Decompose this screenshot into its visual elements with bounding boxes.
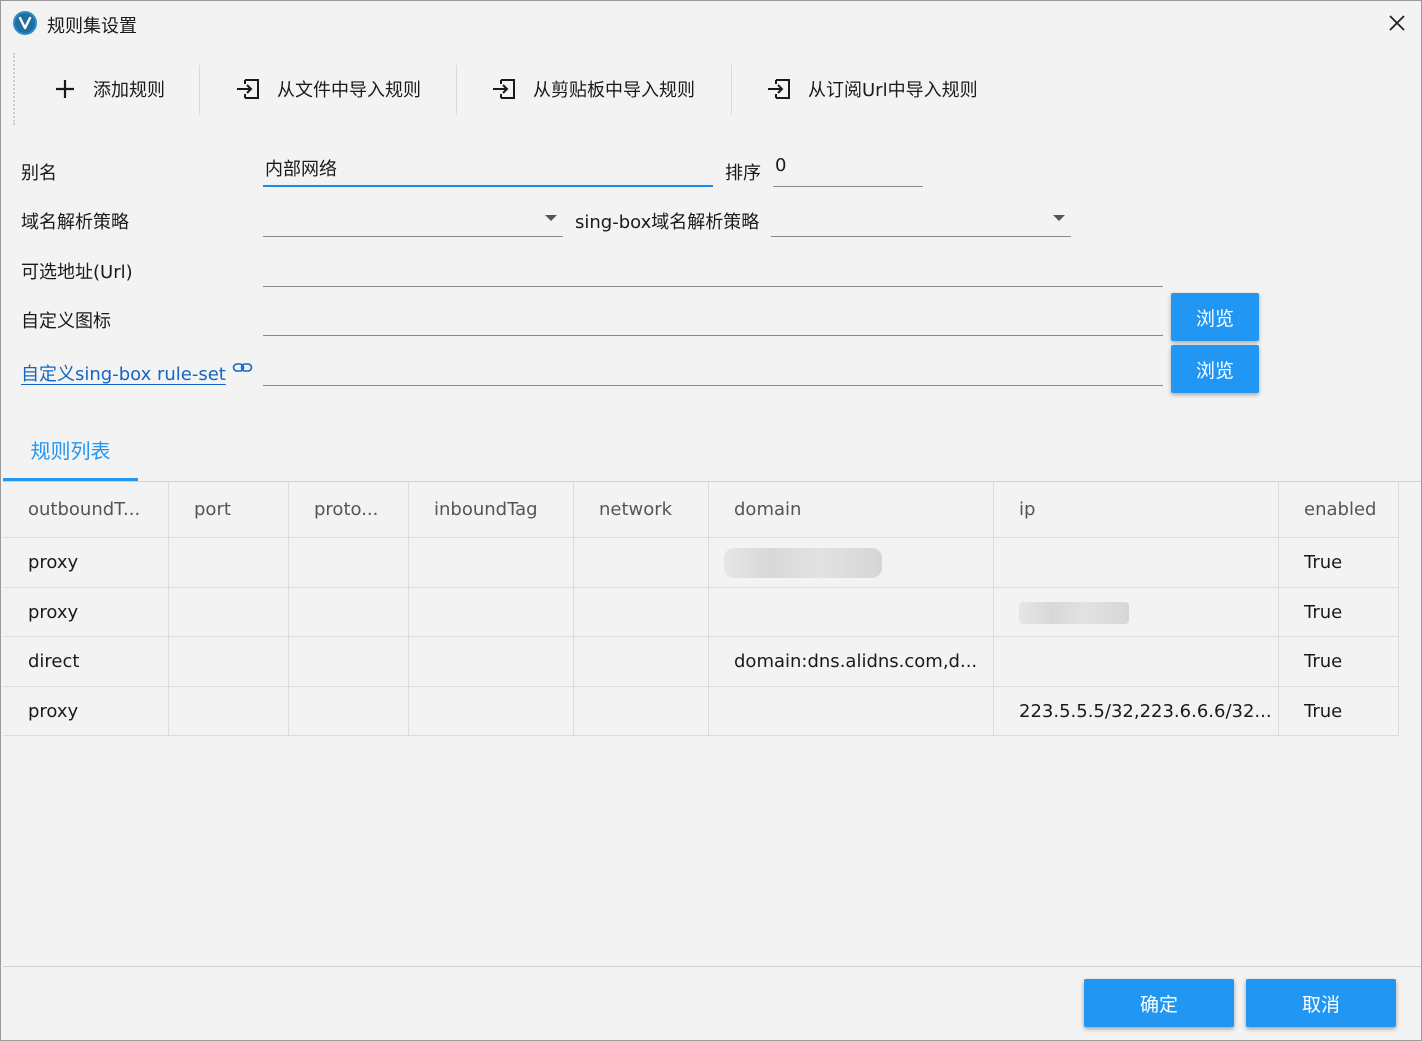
import-from-clipboard-button[interactable]: 从剪贴板中导入规则	[491, 53, 695, 125]
ruleset-input[interactable]	[263, 350, 1163, 386]
import-from-clipboard-label: 从剪贴板中导入规则	[533, 80, 695, 101]
alias-input[interactable]: 内部网络	[263, 151, 713, 187]
import-icon	[491, 77, 517, 101]
singbox-strategy-select[interactable]	[771, 201, 1071, 237]
cancel-button[interactable]: 取消	[1246, 979, 1396, 1027]
sort-label: 排序	[725, 163, 761, 184]
cell-ip: 223.5.5.5/32,223.6.6.6/32...	[994, 687, 1279, 735]
table-row[interactable]: proxy True	[3, 537, 1399, 587]
cell-inbound	[409, 637, 574, 686]
toolbar-separator	[731, 65, 732, 115]
cell-ip	[994, 538, 1279, 587]
cell-network	[574, 538, 709, 587]
cell-network	[574, 637, 709, 686]
url-label: 可选地址(Url)	[21, 262, 133, 283]
table-row[interactable]: direct domain:dns.alidns.com,d... True	[3, 636, 1399, 686]
cell-enabled: True	[1279, 538, 1399, 587]
title-bar: 规则集设置	[1, 1, 1421, 45]
toolbar-separator	[199, 65, 200, 115]
cell-port	[169, 588, 289, 637]
cell-protocol	[289, 538, 409, 587]
cell-inbound	[409, 687, 574, 735]
import-icon	[235, 77, 261, 101]
cell-ip	[994, 588, 1279, 637]
import-from-url-label: 从订阅Url中导入规则	[808, 80, 978, 101]
domain-strategy-label: 域名解析策略	[21, 212, 129, 233]
add-rule-button[interactable]: 添加规则	[53, 53, 165, 125]
alias-label: 别名	[21, 163, 57, 184]
chevron-down-icon	[545, 215, 557, 221]
import-from-file-label: 从文件中导入规则	[277, 80, 421, 101]
cell-enabled: True	[1279, 588, 1399, 637]
cell-outbound: proxy	[3, 538, 169, 587]
domain-strategy-select[interactable]	[263, 201, 563, 237]
cell-inbound	[409, 588, 574, 637]
sort-input[interactable]: 0	[773, 151, 923, 187]
column-header[interactable]: domain	[709, 482, 994, 537]
rule-set-settings-dialog: 规则集设置 添加规则 从文件中导入规则 从剪贴板中导入规则 从订阅Url中导入规…	[0, 0, 1422, 1041]
app-logo-icon	[13, 11, 37, 35]
browse-ruleset-button[interactable]: 浏览	[1171, 345, 1259, 393]
cell-domain	[709, 588, 994, 637]
toolbar-separator	[456, 65, 457, 115]
cell-network	[574, 588, 709, 637]
import-from-url-button[interactable]: 从订阅Url中导入规则	[766, 53, 978, 125]
cell-domain	[709, 687, 994, 735]
cell-port	[169, 538, 289, 587]
cell-outbound: proxy	[3, 687, 169, 735]
column-header[interactable]: inboundTag	[409, 482, 574, 537]
blurred-content	[1019, 601, 1129, 624]
chevron-down-icon	[1053, 215, 1065, 221]
cell-protocol	[289, 687, 409, 735]
link-icon	[232, 363, 253, 372]
plus-icon	[53, 77, 77, 101]
cell-enabled: True	[1279, 687, 1399, 735]
cell-protocol	[289, 588, 409, 637]
column-header[interactable]: ip	[994, 482, 1279, 537]
cell-domain: domain:dns.alidns.com,d...	[709, 637, 994, 686]
column-header[interactable]: network	[574, 482, 709, 537]
close-button[interactable]	[1383, 9, 1411, 37]
table-row[interactable]: proxy 223.5.5.5/32,223.6.6.6/32... True	[3, 686, 1399, 736]
table-header: outboundT... port proto... inboundTag ne…	[3, 482, 1399, 537]
column-header[interactable]: enabled	[1279, 482, 1399, 537]
ruleset-link-label: 自定义sing-box rule-set	[21, 364, 226, 385]
cell-port	[169, 687, 289, 735]
cell-outbound: direct	[3, 637, 169, 686]
singbox-strategy-label: sing-box域名解析策略	[575, 212, 760, 233]
custom-icon-label: 自定义图标	[21, 311, 111, 332]
add-rule-label: 添加规则	[93, 80, 165, 101]
cell-domain	[709, 538, 994, 587]
cell-network	[574, 687, 709, 735]
browse-icon-button[interactable]: 浏览	[1171, 293, 1259, 341]
cell-inbound	[409, 538, 574, 587]
close-icon	[1389, 15, 1405, 31]
rules-table: outboundT... port proto... inboundTag ne…	[3, 481, 1421, 967]
cell-outbound: proxy	[3, 588, 169, 637]
blurred-content	[724, 547, 882, 578]
ok-button[interactable]: 确定	[1084, 979, 1234, 1027]
window-title: 规则集设置	[47, 16, 137, 37]
table-row[interactable]: proxy True	[3, 587, 1399, 637]
url-input[interactable]	[263, 251, 1163, 287]
cell-port	[169, 637, 289, 686]
cell-ip	[994, 637, 1279, 686]
import-icon	[766, 77, 792, 101]
custom-icon-input[interactable]	[263, 300, 1163, 336]
tab-rule-list[interactable]: 规则列表	[3, 421, 138, 481]
cell-enabled: True	[1279, 637, 1399, 686]
import-from-file-button[interactable]: 从文件中导入规则	[235, 53, 421, 125]
column-header[interactable]: port	[169, 482, 289, 537]
cell-protocol	[289, 637, 409, 686]
toolbar: 添加规则 从文件中导入规则 从剪贴板中导入规则 从订阅Url中导入规则	[13, 53, 1013, 125]
ruleset-link[interactable]: 自定义sing-box rule-set	[21, 360, 254, 386]
column-header[interactable]: proto...	[289, 482, 409, 537]
column-header[interactable]: outboundT...	[3, 482, 169, 537]
